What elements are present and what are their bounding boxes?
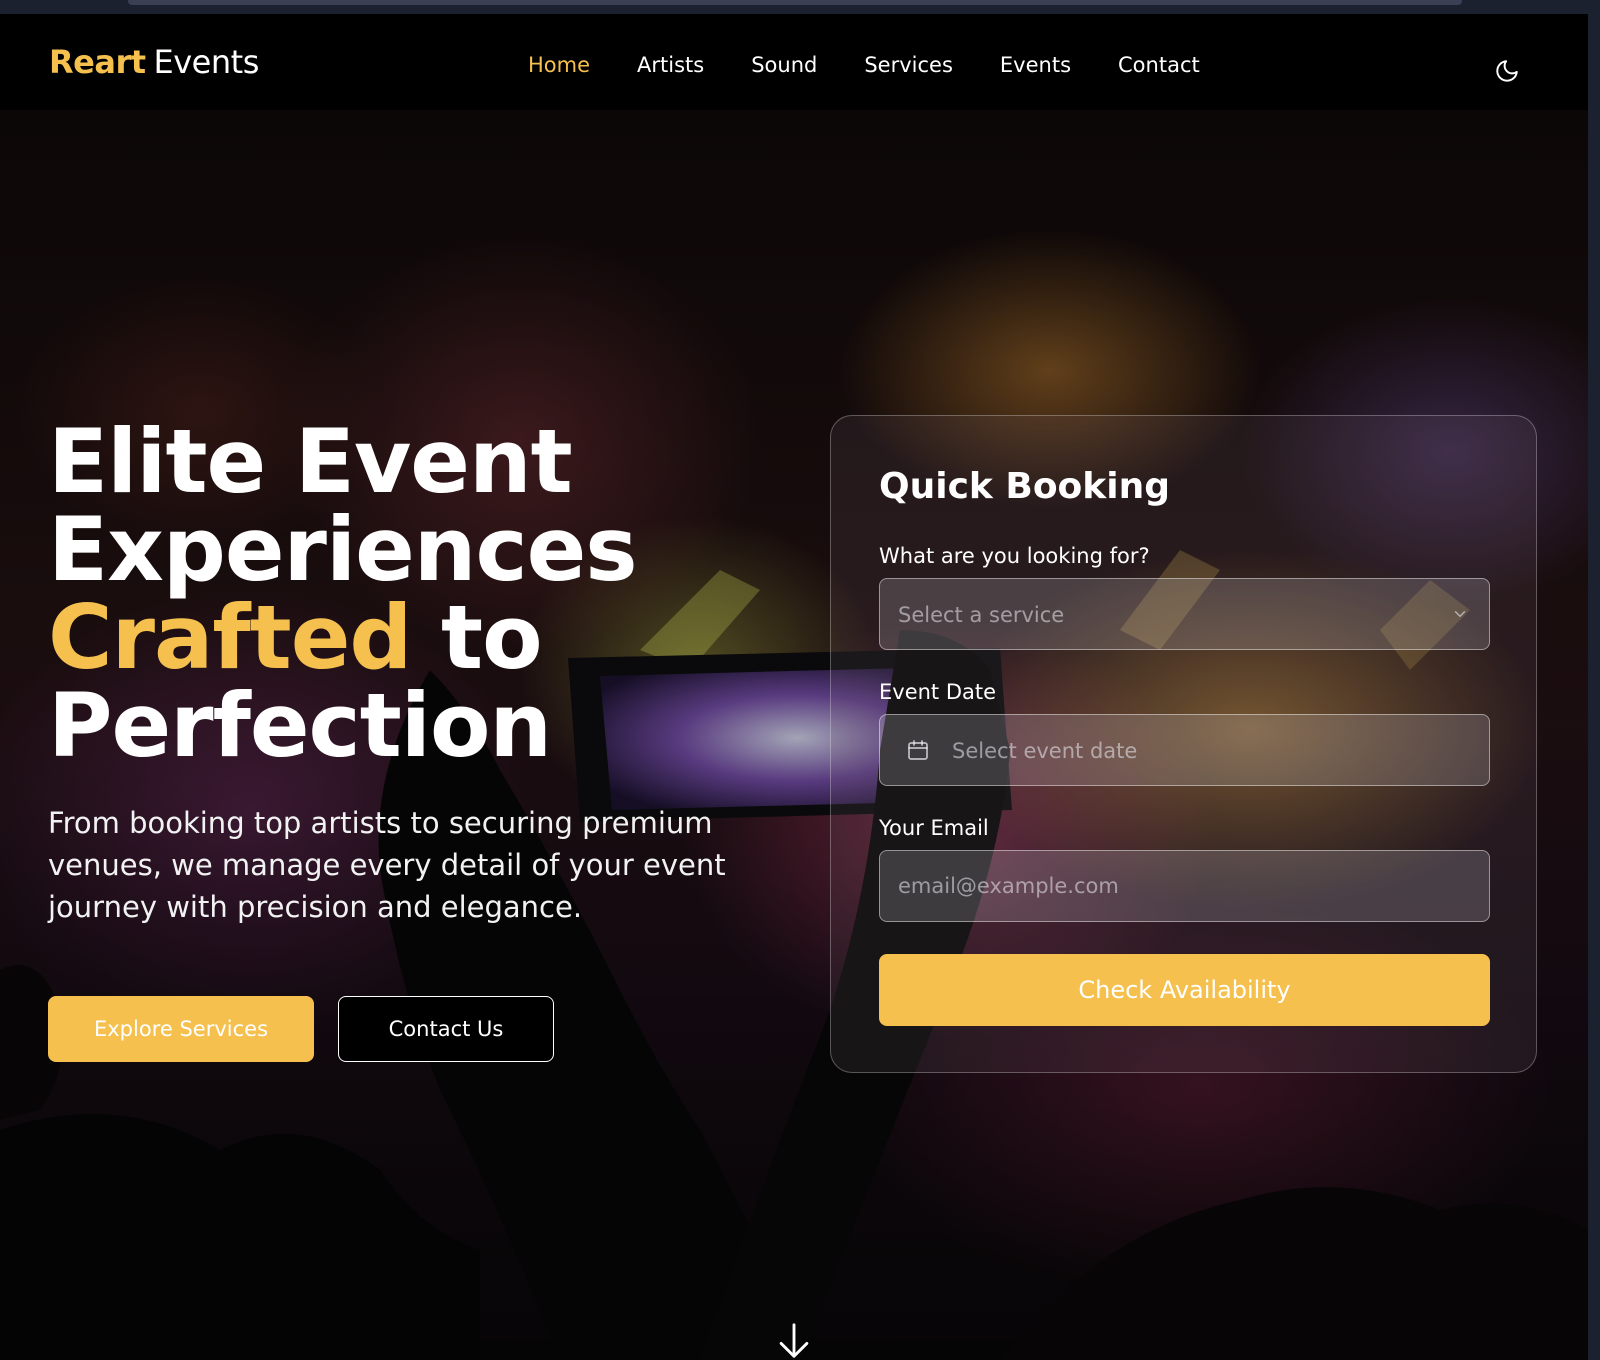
event-date-field[interactable]: Select event date	[879, 714, 1490, 786]
service-label: What are you looking for?	[879, 544, 1150, 568]
hero-title: Elite Event Experiences Crafted to Perfe…	[48, 418, 748, 770]
email-field[interactable]	[879, 850, 1490, 922]
logo[interactable]: Reart Events	[49, 38, 259, 86]
nav-link-contact[interactable]: Contact	[1118, 50, 1200, 80]
hero-section: Elite Event Experiences Crafted to Perfe…	[0, 110, 1588, 1360]
service-select-placeholder: Select a service	[898, 603, 1065, 627]
check-availability-button[interactable]: Check Availability	[879, 954, 1490, 1026]
contact-us-button[interactable]: Contact Us	[338, 996, 554, 1062]
email-input[interactable]	[880, 851, 1489, 921]
browser-scrollbar[interactable]	[128, 0, 1462, 5]
chevron-down-icon	[1454, 611, 1466, 617]
logo-suffix: Events	[153, 43, 260, 81]
email-label: Your Email	[879, 816, 989, 840]
main-nav: Home Artists Sound Services Events Conta…	[528, 50, 1200, 80]
logo-brand: Reart	[49, 43, 146, 81]
nav-link-sound[interactable]: Sound	[751, 50, 817, 80]
nav-link-services[interactable]: Services	[864, 50, 953, 80]
quick-booking-title: Quick Booking	[879, 466, 1170, 507]
hero-title-line4: Perfection	[48, 674, 552, 777]
nav-link-artists[interactable]: Artists	[637, 50, 704, 80]
nav-link-home[interactable]: Home	[528, 50, 590, 80]
service-select[interactable]: Select a service	[879, 578, 1490, 650]
hero-subtitle: From booking top artists to securing pre…	[48, 806, 726, 924]
quick-booking-card: Quick Booking What are you looking for? …	[830, 415, 1537, 1073]
arrow-down-icon[interactable]	[776, 1322, 812, 1360]
page-scrollbar-gutter[interactable]	[1588, 0, 1600, 1360]
moon-icon[interactable]	[1494, 58, 1520, 84]
event-date-label: Event Date	[879, 680, 997, 704]
explore-services-button[interactable]: Explore Services	[48, 996, 314, 1062]
navbar: Reart Events Home Artists Sound Services …	[0, 14, 1588, 110]
nav-link-events[interactable]: Events	[1000, 50, 1071, 80]
event-date-placeholder: Select event date	[952, 739, 1138, 763]
calendar-icon	[908, 740, 928, 760]
browser-top-strip	[0, 0, 1600, 14]
